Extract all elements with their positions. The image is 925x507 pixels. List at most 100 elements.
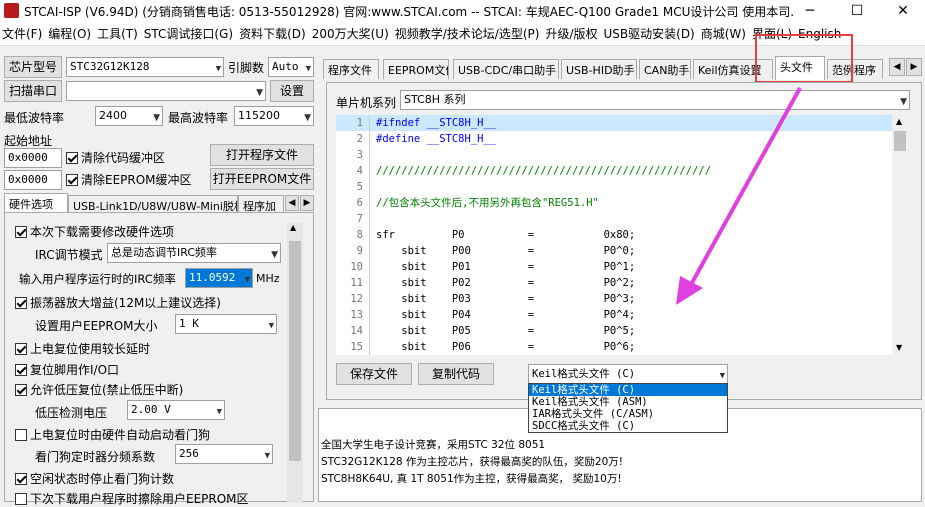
chip-type-button[interactable]: 芯片型号: [4, 56, 62, 78]
menu-tools[interactable]: 工具(T): [95, 25, 142, 42]
tab-eeprom-file[interactable]: EEPROM文件: [383, 59, 449, 79]
tab-scroll-left-icon[interactable]: ◀: [889, 58, 905, 76]
chevron-down-icon: ▼: [271, 250, 278, 260]
code-line: 14 sbit P05 = P0^5;: [336, 323, 892, 339]
line-number: 2: [336, 131, 370, 147]
tab-hardware-options[interactable]: 硬件选项: [4, 193, 68, 213]
code-line: 15 sbit P06 = P0^6;: [336, 339, 892, 355]
reset-io-checkbox[interactable]: 复位脚用作I/O口: [15, 361, 119, 378]
tab-program-file[interactable]: 程序文件: [323, 59, 379, 79]
series-select[interactable]: STC8H 系列 ▼: [400, 90, 910, 110]
scrollbar-thumb[interactable]: [894, 131, 906, 151]
lvr-checkbox[interactable]: 允许低压复位(禁止低压中断): [15, 381, 183, 398]
menu-program[interactable]: 编程(O): [46, 25, 95, 42]
eeprom-size-value: 1 K: [179, 317, 199, 330]
code-line: 8 sfr P0 = 0x80;: [336, 227, 892, 243]
menu-file[interactable]: 文件(F): [0, 25, 46, 42]
tab-scroll-left-icon[interactable]: ◀: [285, 195, 299, 211]
chip-type-select[interactable]: STC32G12K128 ▼: [66, 57, 224, 77]
tab-usb-cdc[interactable]: USB-CDC/串口助手: [453, 59, 559, 79]
code-line: 13 sbit P04 = P0^4;: [336, 307, 892, 323]
settings-button[interactable]: 设置: [270, 80, 314, 102]
min-baud-label: 最低波特率: [4, 111, 65, 125]
clear-eeprom-checkbox[interactable]: 清除EEPROM缓冲区: [66, 171, 192, 188]
port-select[interactable]: ▼: [66, 81, 266, 101]
options-scrollbar[interactable]: ▲: [287, 223, 303, 503]
erase-eeprom-checkbox[interactable]: 下次下载用户程序时擦除用户EEPROM区: [15, 490, 249, 507]
scroll-up-icon[interactable]: ▲: [290, 223, 296, 232]
irc-mode-select[interactable]: 总是动态调节IRC频率 ▼: [107, 243, 281, 263]
menu-download[interactable]: 资料下载(D): [237, 25, 310, 42]
tab-scroll-right-icon[interactable]: ▶: [300, 195, 314, 211]
minimize-button[interactable]: ─: [787, 0, 833, 22]
app-icon: [4, 3, 19, 18]
code-text: #ifndef __STC8H_H__: [376, 117, 497, 129]
scan-port-button[interactable]: 扫描串口: [4, 80, 62, 102]
tab-can[interactable]: CAN助手: [639, 59, 691, 79]
dropdown-option[interactable]: SDCC格式头文件 (C): [529, 420, 727, 432]
irc-freq-input[interactable]: 11.0592 ▼: [185, 268, 253, 288]
dropdown-option[interactable]: Keil格式头文件 (C): [529, 384, 727, 396]
checkbox-icon: [15, 429, 27, 441]
checkbox-icon: [15, 384, 27, 396]
wdt-div-select[interactable]: 256 ▼: [175, 444, 273, 464]
checkbox-icon: [15, 343, 27, 355]
save-file-button[interactable]: 保存文件: [336, 363, 412, 385]
code-line: 9 sbit P00 = P0^0;: [336, 243, 892, 259]
code-address-input[interactable]: 0x0000: [4, 148, 62, 168]
chip-type-value: STC32G12K128: [70, 60, 150, 73]
eeprom-address-input[interactable]: 0x0000: [4, 170, 62, 190]
menu-video[interactable]: 视频教学/技术论坛/选型(P): [393, 25, 544, 42]
code-scrollbar[interactable]: ▲ ▼: [892, 115, 908, 355]
wdt-div-label: 看门狗定时器分频系数: [35, 450, 156, 464]
log-line: 全国大学生电子设计竞赛，采用STC 32位 8051: [321, 439, 546, 451]
osc-gain-checkbox[interactable]: 振荡器放大增益(12M以上建议选择): [15, 294, 221, 311]
log-line: STC8H8K64U, 真 1T 8051作为主控，获得最高奖， 奖励10万!: [321, 473, 622, 485]
eeprom-size-select[interactable]: 1 K ▼: [175, 314, 277, 334]
erase-eeprom-label: 下次下载用户程序时擦除用户EEPROM区: [30, 492, 249, 506]
maximize-button[interactable]: ☐: [834, 0, 880, 22]
code-line: 11 sbit P02 = P0^2;: [336, 275, 892, 291]
open-eeprom-button[interactable]: 打开EEPROM文件: [210, 168, 314, 190]
menu-usb-driver[interactable]: USB驱动安装(D): [602, 25, 699, 42]
tab-scroll-right-icon[interactable]: ▶: [906, 58, 922, 76]
line-number: 3: [336, 147, 370, 163]
scroll-down-icon[interactable]: ▼: [896, 343, 902, 352]
code-line: 2 #define __STC8H_H__: [336, 131, 892, 147]
scroll-up-icon[interactable]: ▲: [896, 117, 902, 126]
min-baud-select[interactable]: 2400 ▼: [95, 106, 163, 126]
menu-debug[interactable]: STC调试接口(G): [142, 25, 237, 42]
wdt-auto-checkbox[interactable]: 上电复位时由硬件自动启动看门狗: [15, 426, 210, 443]
max-baud-select[interactable]: 115200 ▼: [234, 106, 314, 126]
lvd-select[interactable]: 2.00 V ▼: [127, 400, 225, 420]
clear-code-checkbox[interactable]: 清除代码缓冲区: [66, 149, 165, 166]
max-baud-value: 115200: [238, 109, 280, 122]
scrollbar-thumb[interactable]: [289, 241, 301, 461]
tab-usb-hid[interactable]: USB-HID助手: [561, 59, 637, 79]
lvd-label: 低压检测电压: [35, 406, 108, 420]
format-select[interactable]: Keil格式头文件 (C) ▼: [528, 364, 728, 384]
open-program-button[interactable]: 打开程序文件: [210, 144, 314, 166]
idle-wdt-checkbox[interactable]: 空闲状态时停止看门狗计数: [15, 470, 174, 487]
irc-freq-value: 11.0592: [189, 271, 236, 284]
close-button[interactable]: ✕: [880, 0, 925, 22]
chevron-down-icon: ▼: [900, 97, 907, 107]
modify-hw-checkbox[interactable]: 本次下载需要修改硬件选项: [15, 223, 174, 240]
dropdown-option[interactable]: IAR格式头文件 (C/ASM): [529, 408, 727, 420]
chevron-down-icon: ▼: [216, 407, 222, 417]
line-number: 14: [336, 323, 370, 339]
por-long-checkbox[interactable]: 上电复位使用较长延时: [15, 340, 150, 357]
line-number: 9: [336, 243, 370, 259]
line-number: 6: [336, 195, 370, 211]
copy-code-button[interactable]: 复制代码: [418, 363, 494, 385]
code-text: sbit P06 = P0^6;: [376, 341, 636, 353]
code-view[interactable]: 1 #ifndef __STC8H_H__ 2 #define __STC8H_H__…: [336, 115, 892, 355]
checkbox-icon: [15, 297, 27, 309]
checkbox-icon: [15, 493, 27, 505]
menu-store[interactable]: 商城(W): [699, 25, 750, 42]
pin-count-select[interactable]: Auto ▼: [268, 57, 314, 77]
menu-prize[interactable]: 200万大奖(U): [310, 25, 393, 42]
menu-upgrade[interactable]: 升级/版权: [543, 25, 601, 42]
dropdown-option[interactable]: Keil格式头文件 (ASM): [529, 396, 727, 408]
checkbox-icon: [66, 174, 78, 186]
